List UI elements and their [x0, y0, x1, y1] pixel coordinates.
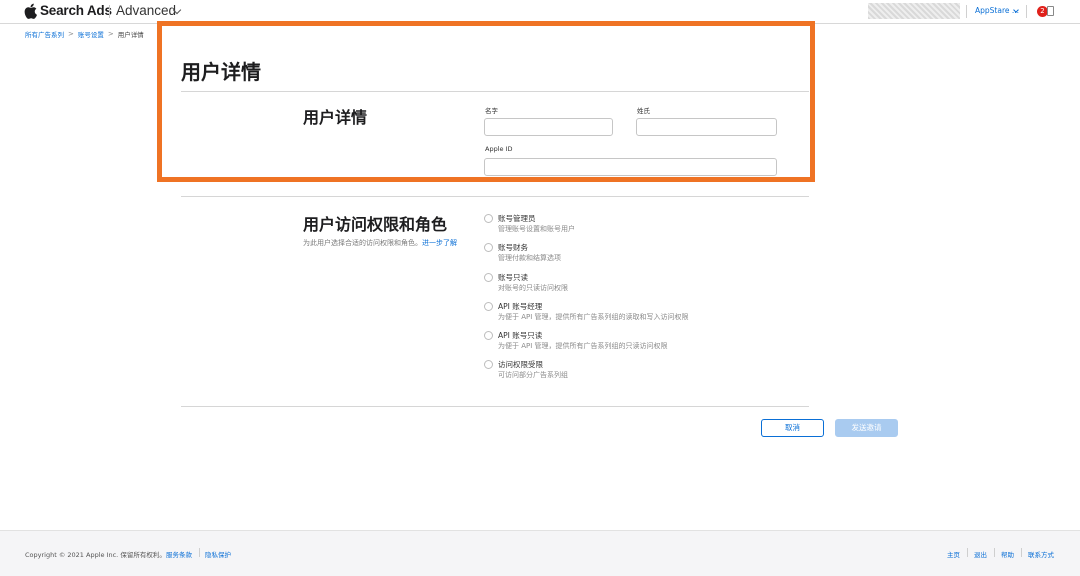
role-option-account-admin[interactable]: 账号管理员 管理账号设置和账号用户 — [484, 213, 784, 241]
radio-button[interactable] — [484, 302, 493, 311]
role-title: API 账号只读 — [498, 331, 543, 340]
contact-link[interactable]: 联系方式 — [1028, 549, 1054, 559]
role-description: 对账号的只读访问权限 — [498, 284, 568, 292]
divider — [199, 548, 200, 557]
breadcrumb-separator: > — [107, 30, 114, 38]
role-description: 管理付款和结算选项 — [498, 254, 561, 262]
home-link[interactable]: 主页 — [947, 549, 960, 559]
breadcrumb: 所有广告系列 > 账号设置 > 用户详情 — [25, 29, 144, 39]
divider — [181, 196, 809, 197]
radio-button[interactable] — [484, 273, 493, 282]
role-description: 为便于 API 管理，提供所有广告系列组的只读访问权限 — [498, 342, 668, 350]
role-option-account-finance[interactable]: 账号财务 管理付款和结算选项 — [484, 242, 784, 270]
divider — [994, 548, 995, 557]
breadcrumb-account-settings[interactable]: 账号设置 — [78, 29, 104, 39]
logout-link[interactable]: 退出 — [974, 549, 987, 559]
divider — [967, 548, 968, 557]
access-section-description: 为此用户选择合适的访问权限和角色。进一步了解 — [303, 237, 458, 249]
highlight-box — [157, 21, 815, 182]
divider — [966, 5, 967, 18]
radio-button[interactable] — [484, 214, 493, 223]
cancel-button[interactable]: 取消 — [761, 419, 824, 437]
notification-icon[interactable] — [1047, 6, 1054, 16]
breadcrumb-separator: > — [68, 30, 74, 38]
access-section-title: 用户访问权限和角色 — [303, 215, 448, 234]
role-title: API 账号经理 — [498, 302, 543, 311]
learn-more-link[interactable]: 进一步了解 — [422, 239, 457, 247]
role-option-limited-access[interactable]: 访问权限受限 可访问部分广告系列组 — [484, 359, 784, 387]
access-description-text: 为此用户选择合适的访问权限和角色。 — [303, 239, 422, 247]
divider — [109, 5, 110, 18]
radio-button[interactable] — [484, 243, 493, 252]
role-option-api-manager[interactable]: API 账号经理 为便于 API 管理，提供所有广告系列组的读取和写入访问权限 — [484, 301, 784, 329]
copyright-text: Copyright © 2021 Apple Inc. 保留所有权利。 — [25, 551, 166, 559]
apple-logo-icon — [24, 3, 37, 19]
brand-name[interactable]: Search Ads — [40, 3, 112, 18]
radio-button[interactable] — [484, 331, 493, 340]
org-selector[interactable]: AppStare ... — [975, 6, 1019, 15]
role-title: 访问权限受限 — [498, 360, 543, 369]
divider — [1021, 548, 1022, 557]
terms-link[interactable]: 服务条款 — [166, 549, 192, 559]
divider — [1026, 5, 1027, 18]
footer: Copyright © 2021 Apple Inc. 保留所有权利。 服务条款… — [0, 530, 1080, 576]
radio-button[interactable] — [484, 360, 493, 369]
send-invite-button[interactable]: 发送邀请 — [835, 419, 898, 437]
role-description: 为便于 API 管理，提供所有广告系列组的读取和写入访问权限 — [498, 313, 689, 321]
role-description: 管理账号设置和账号用户 — [498, 225, 575, 233]
breadcrumb-current: 用户详情 — [117, 31, 144, 39]
role-title: 账号管理员 — [498, 214, 536, 223]
role-description: 可访问部分广告系列组 — [498, 371, 568, 379]
redacted-account-info — [868, 3, 960, 19]
breadcrumb-all-campaigns[interactable]: 所有广告系列 — [25, 29, 64, 39]
divider — [181, 406, 809, 407]
privacy-link[interactable]: 隐私保护 — [205, 549, 231, 559]
help-link[interactable]: 帮助 — [1001, 549, 1014, 559]
role-option-api-readonly[interactable]: API 账号只读 为便于 API 管理，提供所有广告系列组的只读访问权限 — [484, 330, 784, 358]
role-title: 账号财务 — [498, 243, 528, 252]
role-title: 账号只读 — [498, 273, 528, 282]
mode-selector[interactable]: Advanced — [116, 3, 176, 18]
role-option-account-readonly[interactable]: 账号只读 对账号的只读访问权限 — [484, 272, 784, 300]
